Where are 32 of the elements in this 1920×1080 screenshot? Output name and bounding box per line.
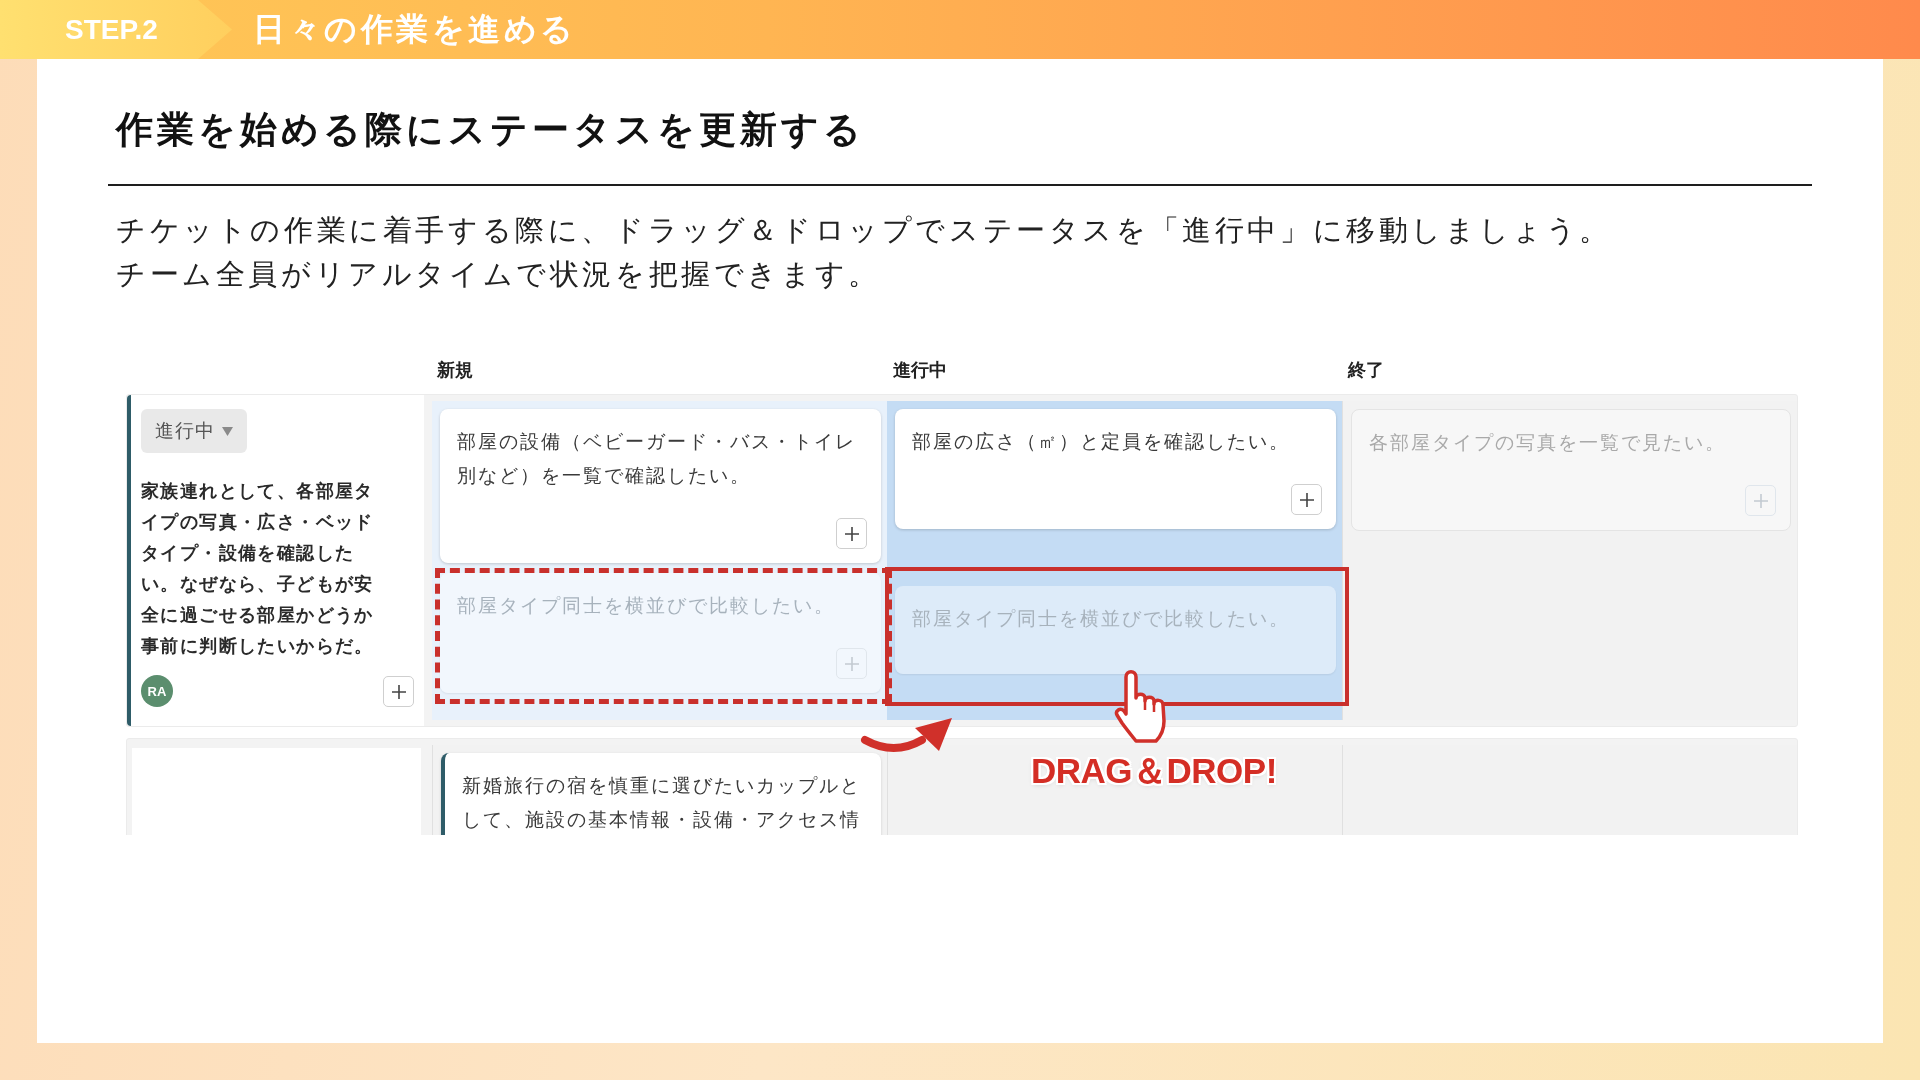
card-text: 部屋タイプ同士を横並びで比較したい。 — [457, 594, 836, 618]
card-text: 各部屋タイプの写真を一覧で見たい。 — [1369, 431, 1727, 455]
card-text: 部屋の広さ（㎡）と定員を確認したい。 — [912, 430, 1291, 454]
task-card[interactable]: 部屋の設備（ベビーガード・バス・トイレ別など）を一覧で確認したい。 — [440, 409, 881, 563]
caret-icon — [222, 426, 233, 436]
add-button[interactable] — [1291, 484, 1322, 515]
card-text: 部屋タイプ同士を横並びで比較したい。 — [912, 607, 1291, 631]
plus-icon — [1299, 492, 1314, 507]
step-label: STEP.2 — [0, 0, 232, 59]
plus-icon — [1753, 493, 1768, 508]
header-title: 日々の作業を進める — [253, 9, 577, 49]
status-dropdown[interactable]: 進行中 — [141, 409, 247, 453]
add-button[interactable] — [836, 518, 867, 549]
plus-icon — [844, 526, 859, 541]
column-header: 進行中 — [891, 359, 948, 382]
curved-arrow-icon — [860, 716, 953, 753]
task-card[interactable]: 部屋の広さ（㎡）と定員を確認したい。 — [895, 409, 1336, 529]
description-text: チケットの作業に着手する際に、ドラッグ＆ドロップでステータスを「進行中」に移動しましょう。 — [116, 213, 1613, 248]
story-card[interactable]: 新婚旅行の宿を慎重に選びたいカップルとして、施設の基本情報・設備・アクセス情 — [441, 753, 881, 835]
card-text: 新婚旅行の宿を慎重に選びたいカップルとして、施設の基本情報・設備・アクセス情 — [462, 774, 862, 832]
column-header: 新規 — [436, 359, 474, 382]
add-button[interactable] — [383, 676, 414, 707]
column-header: 終了 — [1346, 359, 1386, 382]
plus-icon — [844, 656, 859, 671]
card-text: 部屋の設備（ベビーガード・バス・トイレ別など）を一覧で確認したい。 — [457, 430, 857, 488]
plus-icon — [391, 684, 406, 699]
description-text: チーム全員がリアルタイムで状況を把握できます。 — [116, 257, 882, 292]
story-card[interactable]: 進行中 家族連れとして、各部屋タイプの写真・広さ・ベッドタイプ・設備を確認したい。なぜなら、子どもが安全に過ごせる部屋かどうか事前に判断したいからだ。 RA — [127, 395, 424, 726]
slide-heading: 作業を始める際にステータスを更新する — [114, 108, 866, 152]
drag-drop-label: DRAG＆DROP! — [1031, 750, 1277, 792]
story-text: 家族連れとして、各部屋タイプの写真・広さ・ベッドタイプ・設備を確認したい。なぜなら、子どもが安全に過ごせる部屋かどうか事前に判断したいからだ。 — [141, 480, 375, 658]
avatar: RA — [141, 675, 173, 707]
